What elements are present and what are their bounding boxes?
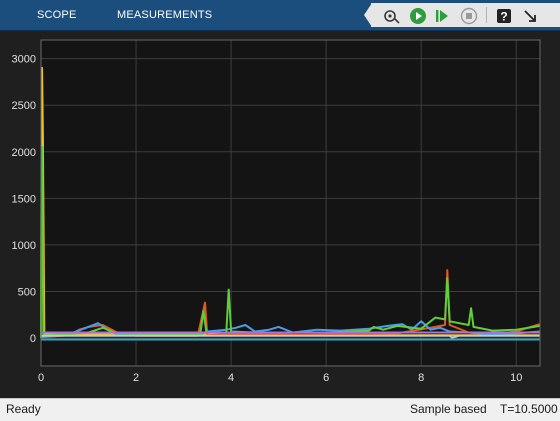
y-tick-label: 1000	[12, 240, 36, 252]
status-time: T=10.5000	[500, 402, 558, 416]
status-ready: Ready	[6, 402, 41, 416]
highlight-block-icon[interactable]	[381, 6, 401, 26]
help-icon[interactable]: ?	[494, 6, 514, 26]
x-tick-label: 6	[323, 372, 329, 384]
svg-text:?: ?	[500, 10, 507, 24]
tab-measurements[interactable]: MEASUREMENTS	[117, 0, 212, 30]
y-tick-label: 3000	[12, 54, 36, 66]
x-tick-label: 10	[510, 372, 522, 384]
plot-area: 0 500 1000 1500 2000 2500 3000 0 2 4 6 8 10	[0, 31, 560, 398]
y-tick-label: 0	[30, 333, 36, 345]
x-tick-label: 8	[418, 372, 424, 384]
run-icon[interactable]	[408, 6, 428, 26]
status-bar: Ready Sample based T=10.5000	[0, 398, 560, 421]
y-tick-label: 1500	[12, 193, 36, 205]
status-sample-mode: Sample based	[410, 402, 487, 416]
x-tick-label: 4	[228, 372, 234, 384]
quick-access-bar: ?	[371, 3, 560, 27]
x-tick-label: 2	[133, 372, 139, 384]
x-tick-label: 0	[38, 372, 44, 384]
separator	[486, 7, 487, 23]
toolstrip: SCOPE MEASUREMENTS ?	[0, 0, 560, 31]
y-tick-label: 2500	[12, 100, 36, 112]
axes-background	[40, 39, 541, 367]
stop-icon[interactable]	[459, 6, 479, 26]
undock-icon[interactable]	[520, 6, 540, 26]
tab-scope[interactable]: SCOPE	[37, 0, 77, 30]
scope-plot[interactable]: 0 500 1000 1500 2000 2500 3000 0 2 4 6 8 10	[0, 31, 560, 398]
y-tick-label: 2000	[12, 147, 36, 159]
y-tick-label: 500	[18, 286, 36, 298]
step-forward-icon[interactable]	[432, 6, 452, 26]
